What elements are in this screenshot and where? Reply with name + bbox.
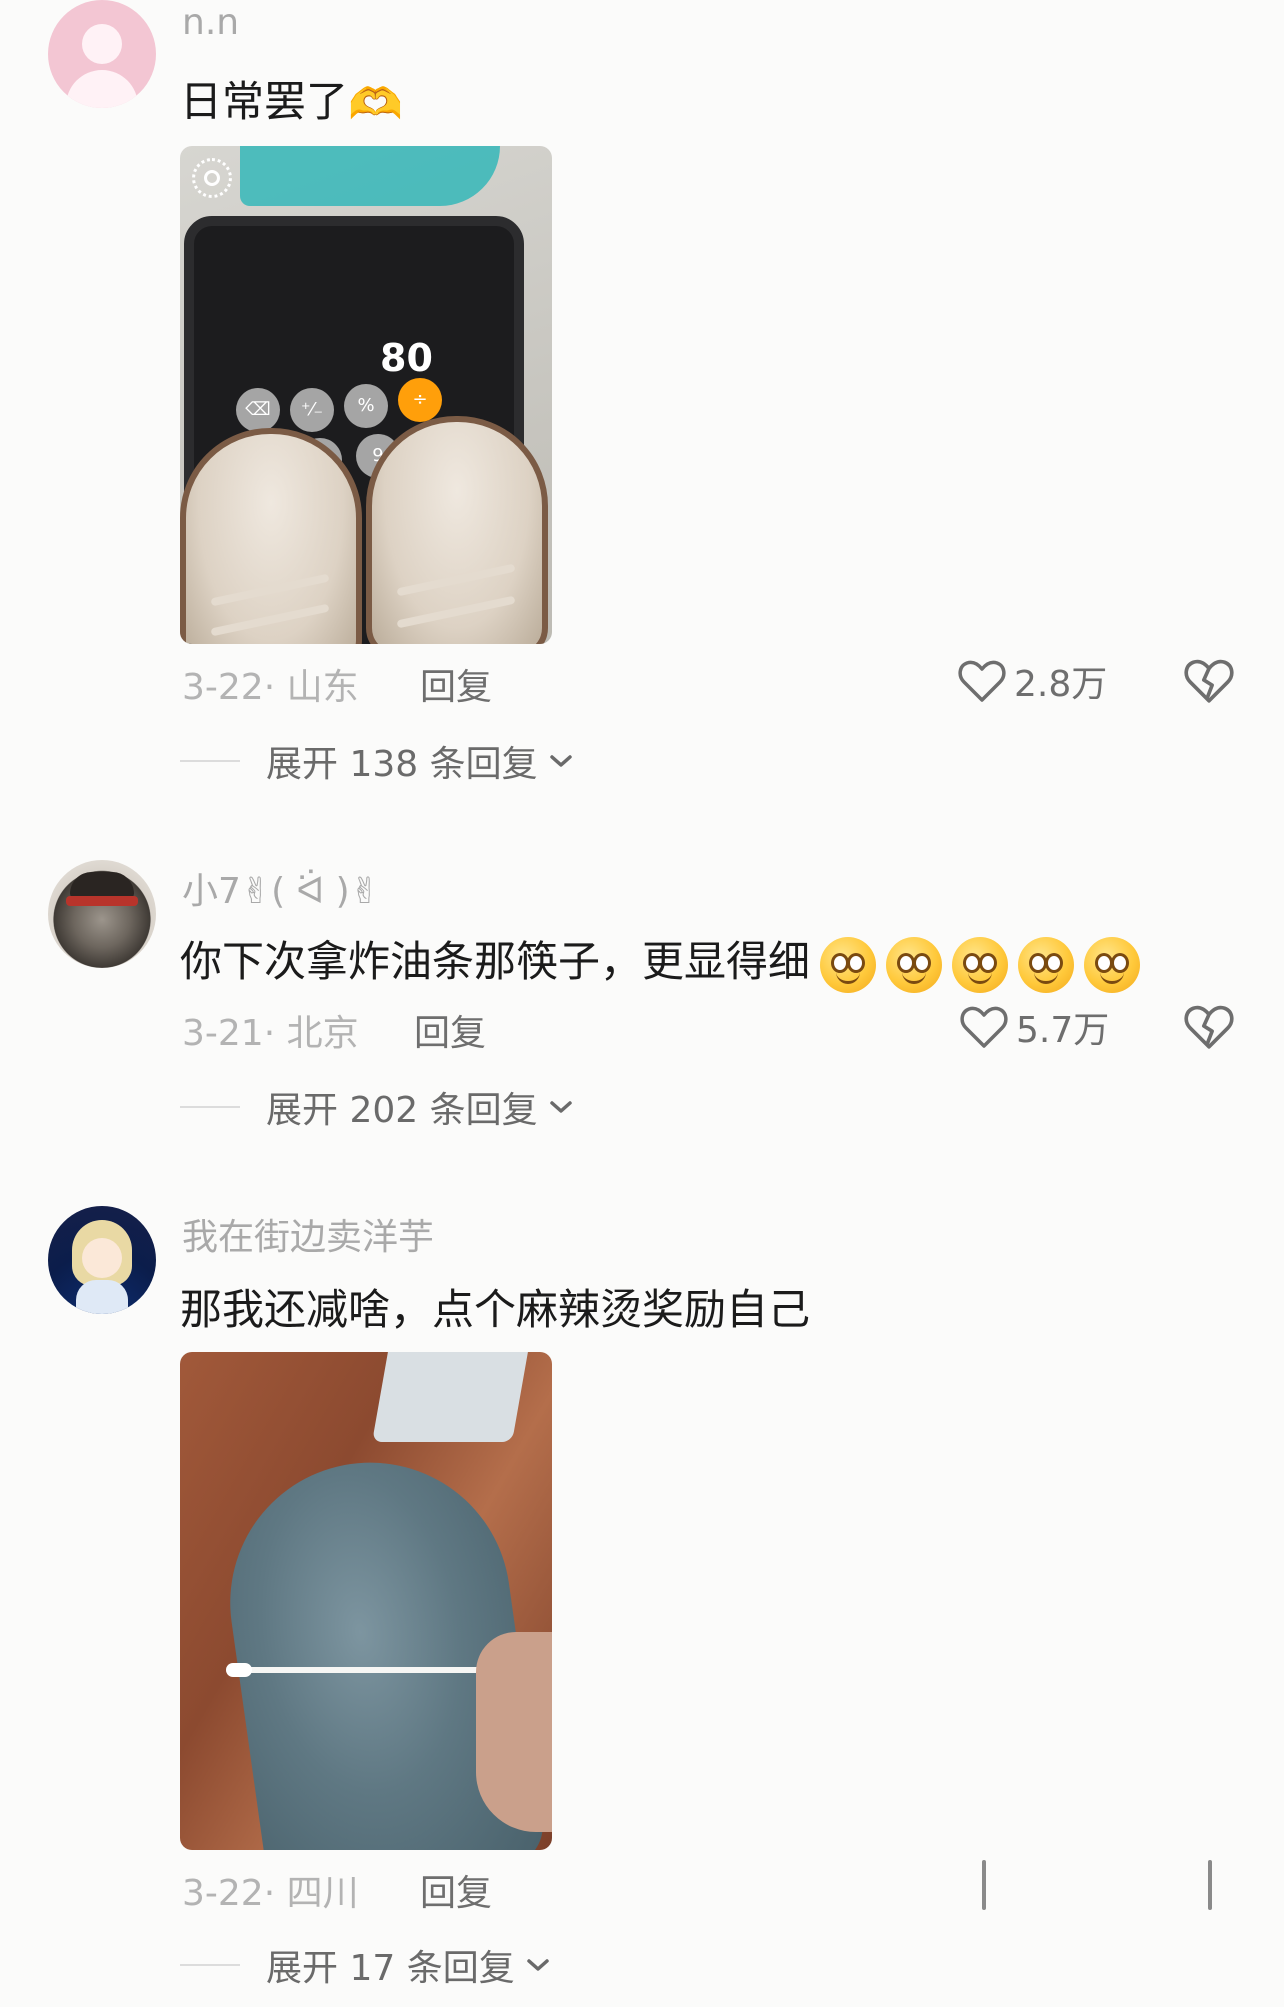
smile-emoji (952, 936, 1009, 993)
calculator-display: 80 (380, 336, 433, 380)
avatar-hat-band (66, 896, 138, 906)
reply-button[interactable]: 回复 (420, 1864, 492, 1916)
like-button[interactable]: 5.7万 (960, 1002, 1109, 1052)
smile-emoji (1084, 936, 1141, 993)
expand-replies-button[interactable]: 展开 17 条回复 (180, 1940, 551, 1990)
avatar[interactable] (48, 1206, 156, 1314)
avatar-dress (76, 1280, 128, 1314)
expand-divider-line (180, 1106, 240, 1108)
smile-emoji (886, 936, 943, 993)
expand-replies-label: 展开 17 条回复 (266, 1948, 515, 1989)
avatar[interactable] (48, 860, 156, 968)
broken-heart-icon[interactable] (1184, 1002, 1234, 1052)
like-button-partial[interactable] (982, 1860, 986, 1910)
comment-text: 日常罢了🫶 (180, 68, 403, 129)
live-photo-icon[interactable] (192, 158, 232, 198)
comment-date-location: 3-22· 四川 (182, 1873, 359, 1914)
avatar-face (82, 1238, 122, 1278)
avatar-head (82, 24, 122, 64)
expand-replies-button[interactable]: 展开 138 条回复 (180, 736, 574, 786)
smile-emoji (820, 936, 877, 993)
chevron-down-icon (526, 1959, 549, 1971)
expand-replies-button[interactable]: 展开 202 条回复 (180, 1082, 574, 1132)
comment-photo[interactable]: 80 ⌫ ⁺⁄₋ % ÷ 8 9 (180, 146, 552, 644)
heart-outline-icon (960, 1006, 1008, 1048)
avatar[interactable] (48, 0, 156, 108)
comment-photo[interactable] (180, 1352, 552, 1850)
like-count: 5.7万 (1016, 1010, 1110, 1051)
avatar-hat (70, 872, 134, 898)
calc-key: ÷ (398, 378, 442, 422)
cotton-swab-tip (226, 1663, 252, 1677)
comment-date-location: 3-22· 山东 (182, 667, 359, 708)
shoe-left (180, 428, 362, 644)
comment-text-content: 日常罢了 (180, 77, 349, 126)
reply-button[interactable]: 回复 (420, 658, 492, 710)
expand-divider-line (180, 1964, 240, 1966)
cotton-swab-stick (234, 1667, 484, 1673)
avatar-body (66, 70, 138, 108)
chevron-down-icon (549, 755, 572, 767)
like-count: 2.8万 (1014, 664, 1108, 705)
bag-shape (240, 146, 500, 206)
username[interactable]: n.n (182, 2, 239, 43)
heart-outline-icon (958, 660, 1006, 702)
like-button[interactable]: 2.8万 (958, 656, 1107, 706)
calc-key: % (344, 384, 388, 428)
expand-divider-line (180, 760, 240, 762)
expand-replies-label: 展开 138 条回复 (266, 744, 538, 785)
comment-date-location: 3-21· 北京 (182, 1013, 359, 1054)
hand-shape (476, 1632, 552, 1832)
laptop-shape (372, 1352, 528, 1442)
comment-list: n.n 日常罢了🫶 80 ⌫ ⁺⁄₋ % ÷ 8 9 3-22· 山东 回复 2… (0, 0, 1284, 2007)
username[interactable]: 小7✌( ᐛ )✌ (182, 862, 380, 914)
comment-text: 那我还减啥，点个麻辣烫奖励自己 (180, 1285, 811, 1334)
reply-button[interactable]: 回复 (414, 1004, 486, 1056)
handshake-heart-emoji: 🫶 (348, 78, 403, 130)
comment-text: 你下次拿炸油条那筷子，更显得细 (180, 928, 1141, 993)
dislike-button-partial[interactable] (1208, 1860, 1212, 1910)
expand-replies-label: 展开 202 条回复 (266, 1090, 538, 1131)
smile-emoji (1018, 936, 1075, 993)
comment-text-content: 你下次拿炸油条那筷子，更显得细 (180, 937, 811, 986)
chevron-down-icon (549, 1101, 572, 1113)
calc-key: ⌫ (236, 388, 280, 432)
calc-key: ⁺⁄₋ (290, 388, 334, 432)
broken-heart-icon[interactable] (1184, 656, 1234, 706)
username[interactable]: 我在街边卖洋芋 (182, 1208, 434, 1260)
